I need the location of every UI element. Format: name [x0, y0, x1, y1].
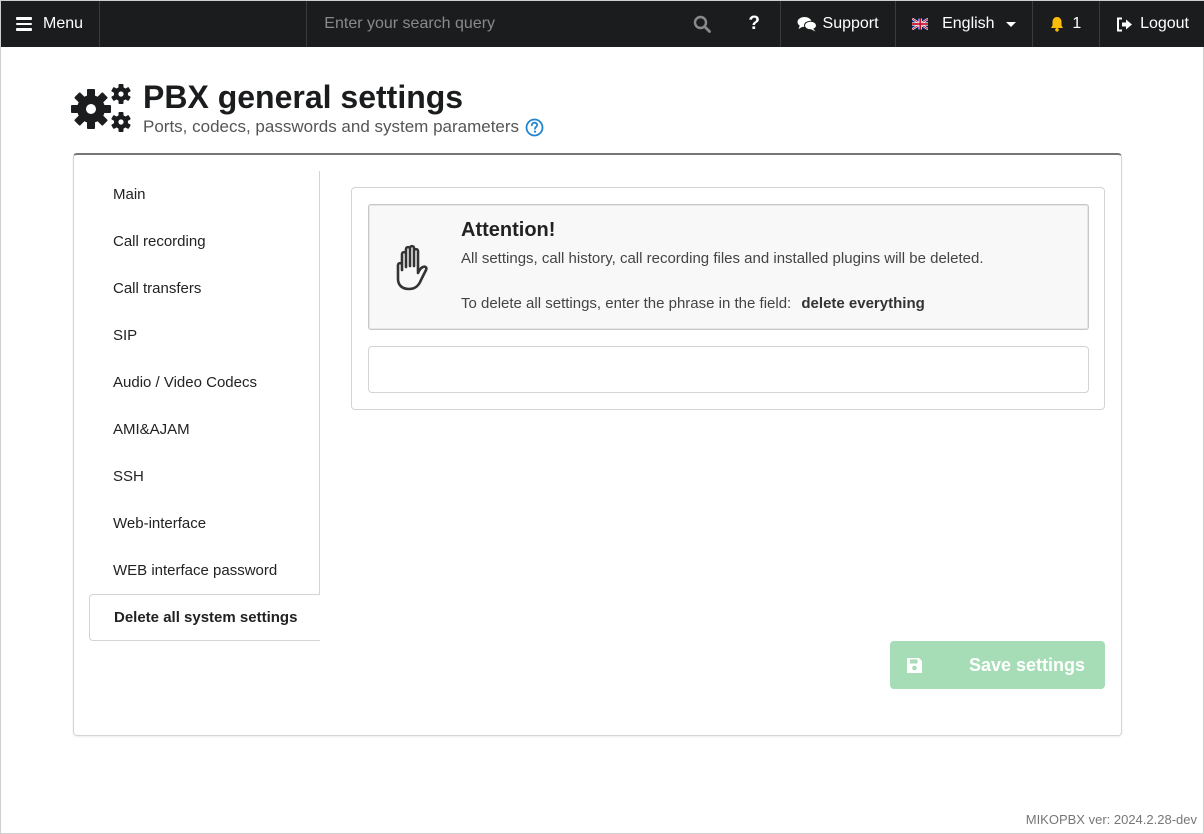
- uk-flag-icon: [911, 18, 929, 30]
- topbar-spacer: [99, 1, 306, 47]
- help-icon: ?: [748, 13, 761, 34]
- chevron-down-icon: [1005, 21, 1016, 27]
- search-input[interactable]: [324, 15, 645, 33]
- delete-phrase-input[interactable]: [368, 346, 1089, 393]
- sidebar-item-web-interface[interactable]: Web-interface: [89, 500, 319, 547]
- sidebar-item-ssh[interactable]: SSH: [89, 453, 319, 500]
- sign-out-icon: [1117, 17, 1133, 31]
- attention-hint-text: To delete all settings, enter the phrase…: [461, 295, 792, 312]
- sidebar-item-ami[interactable]: AMI&AJAM: [89, 406, 319, 453]
- hamburger-icon: [16, 14, 32, 34]
- support-button[interactable]: Support: [779, 1, 895, 47]
- sidebar-item-label: Call recording: [113, 233, 206, 250]
- sidebar-item-codecs[interactable]: Audio / Video Codecs: [89, 359, 319, 406]
- sidebar-item-label: Delete all system settings: [114, 609, 298, 626]
- version-footer: MIKOPBX ver: 2024.2.28-dev: [1025, 812, 1197, 827]
- page-title: PBX general settings: [143, 79, 464, 115]
- page-subtitle: Ports, codecs, passwords and system para…: [143, 117, 544, 137]
- gears-icon: [71, 84, 131, 132]
- notifications-button[interactable]: 1: [1031, 1, 1099, 47]
- menu-label: Menu: [43, 15, 84, 32]
- sidebar-item-label: Audio / Video Codecs: [113, 374, 257, 391]
- attention-message: Attention! All settings, call history, c…: [368, 204, 1089, 330]
- top-navigation-bar: Menu ? Support English: [1, 1, 1204, 47]
- attention-title: Attention!: [461, 219, 556, 241]
- save-settings-button[interactable]: Save settings: [890, 641, 1105, 689]
- logout-label: Logout: [1140, 15, 1189, 32]
- save-icon: [907, 657, 922, 673]
- bell-icon: [1051, 17, 1064, 32]
- language-label: English: [942, 15, 995, 32]
- sidebar-item-label: Call transfers: [113, 280, 202, 297]
- logout-button[interactable]: Logout: [1099, 1, 1204, 47]
- save-settings-label: Save settings: [969, 654, 1086, 675]
- sidebar-item-label: SIP: [113, 327, 138, 344]
- sidebar-item-web-password[interactable]: WEB interface password: [89, 547, 319, 594]
- header-text: PBX general settings Ports, codecs, pass…: [143, 79, 544, 137]
- sidebar-item-label: WEB interface password: [113, 562, 278, 579]
- sidebar-item-label: SSH: [113, 468, 144, 485]
- settings-sidebar: Main Call recording Call transfers SIP A…: [89, 171, 320, 641]
- delete-settings-panel: Attention! All settings, call history, c…: [351, 187, 1105, 410]
- attention-text: All settings, call history, call recordi…: [461, 250, 984, 267]
- sidebar-item-label: Web-interface: [113, 515, 207, 532]
- sidebar-item-label: AMI&AJAM: [113, 421, 190, 438]
- settings-card: Main Call recording Call transfers SIP A…: [73, 153, 1122, 736]
- page-subtitle-text: Ports, codecs, passwords and system para…: [143, 117, 520, 136]
- search-icon[interactable]: [693, 15, 711, 33]
- help-button[interactable]: ?: [729, 1, 780, 47]
- support-label: Support: [822, 15, 879, 32]
- notifications-count: 1: [1072, 15, 1082, 32]
- search-box[interactable]: [306, 1, 729, 47]
- sidebar-item-delete-all[interactable]: Delete all system settings: [89, 594, 320, 641]
- sidebar-item-call-transfers[interactable]: Call transfers: [89, 265, 319, 312]
- language-dropdown[interactable]: English: [894, 1, 1032, 47]
- sidebar-item-call-recording[interactable]: Call recording: [89, 218, 319, 265]
- hand-paper-icon: [396, 244, 428, 291]
- menu-button[interactable]: Menu: [1, 1, 99, 47]
- sidebar-item-main[interactable]: Main: [89, 171, 319, 218]
- attention-hint: To delete all settings, enter the phrase…: [461, 295, 925, 312]
- sidebar-item-label: Main: [113, 186, 146, 203]
- sidebar-item-sip[interactable]: SIP: [89, 312, 319, 359]
- comments-icon: [797, 17, 817, 32]
- delete-phrase: delete everything: [801, 295, 925, 312]
- page-header: PBX general settings Ports, codecs, pass…: [71, 79, 544, 137]
- question-circle-icon[interactable]: [525, 118, 544, 137]
